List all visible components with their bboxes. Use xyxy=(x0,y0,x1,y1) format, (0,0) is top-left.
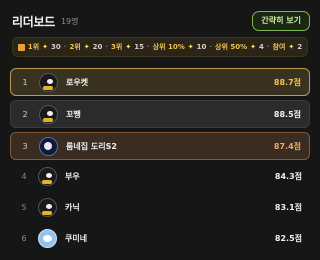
player-name: 로우켓 xyxy=(66,77,89,87)
separator: · xyxy=(209,43,213,51)
separator: · xyxy=(146,43,150,51)
player-name: 룸네집 도리S2 xyxy=(66,141,117,151)
reward-amount: 4 xyxy=(258,43,264,51)
rank-number: 4 xyxy=(21,171,27,181)
rank-number: 3 xyxy=(22,141,28,151)
player-name: 꼬쨍 xyxy=(66,109,81,119)
black-bird-icon xyxy=(39,104,58,124)
leaderboard-row[interactable]: 4 부우 84.3점 xyxy=(10,164,310,188)
sparkle-icon: ✦ xyxy=(125,43,132,51)
reward-place: 상위 50% xyxy=(215,43,248,51)
sparkle-icon: ✦ xyxy=(187,43,194,51)
player-score: 87.4점 xyxy=(273,141,301,151)
player-score: 88.5점 xyxy=(273,109,301,119)
sparkle-icon: ✦ xyxy=(288,43,295,51)
reward-summary-bar: 1위 ✦ 30 · 2위 ✦ 20 · 3위 ✦ 15 · 상위 10% ✦ 1… xyxy=(12,37,308,57)
leaderboard-row[interactable]: 3 룸네집 도리S2 87.4점 xyxy=(10,132,310,160)
reward-place: 2위 xyxy=(69,43,81,51)
participant-count: 19명 xyxy=(60,16,79,26)
reward-amount: 10 xyxy=(196,43,207,51)
page-title: 리더보드 xyxy=(12,14,55,29)
player-name: 카닉 xyxy=(65,202,80,212)
leaderboard-row[interactable]: 5 카닉 83.1점 xyxy=(10,195,310,219)
reward-place: 3위 xyxy=(111,43,123,51)
sparkle-icon: ✦ xyxy=(42,43,49,51)
reward-amount: 30 xyxy=(51,43,61,51)
player-score: 83.1점 xyxy=(274,202,302,212)
reward-place: 참여 xyxy=(272,43,286,51)
rank-number: 6 xyxy=(21,233,27,243)
leaderboard-row[interactable]: 6 쿠미네 82.5점 xyxy=(10,226,310,250)
rank-number: 1 xyxy=(22,77,28,87)
reward-amount: 15 xyxy=(134,43,144,51)
black-bird-icon xyxy=(38,197,57,217)
reward-place: 상위 10% xyxy=(152,43,185,51)
sparkle-icon: ✦ xyxy=(83,43,90,51)
moon-icon xyxy=(39,136,58,156)
player-name: 부우 xyxy=(65,171,80,181)
separator: · xyxy=(63,43,67,51)
leaderboard-panel: 리더보드 19명 간략히 보기 1위 ✦ 30 · 2위 ✦ 20 · 3위 ✦… xyxy=(0,0,320,260)
player-score: 82.5점 xyxy=(274,233,302,243)
separator: · xyxy=(266,43,270,51)
leaderboard-list: 1 로우켓 88.7점 2 꼬쨍 88.5점 3 룸네집 도리S2 87.4점 … xyxy=(10,68,310,257)
compact-view-button[interactable]: 간략히 보기 xyxy=(252,11,310,31)
separator: · xyxy=(105,43,109,51)
leaderboard-row[interactable]: 1 로우켓 88.7점 xyxy=(10,68,310,96)
sparkle-icon: ✦ xyxy=(250,43,256,51)
reward-amount: 20 xyxy=(92,43,103,51)
reward-place: 1위 xyxy=(27,43,40,51)
black-bird-icon xyxy=(39,72,58,92)
cloud-icon xyxy=(38,228,57,248)
leaderboard-row[interactable]: 2 꼬쨍 88.5점 xyxy=(10,100,310,128)
player-score: 84.3점 xyxy=(274,171,302,181)
rank-number: 2 xyxy=(22,109,28,119)
player-score: 88.7점 xyxy=(273,77,301,87)
player-name: 쿠미네 xyxy=(65,233,88,243)
rank-number: 5 xyxy=(21,202,27,212)
black-bird-icon xyxy=(38,166,57,186)
leaderboard-header: 리더보드 19명 간략히 보기 xyxy=(12,8,310,34)
gift-icon xyxy=(17,43,25,51)
reward-amount: 2 xyxy=(297,43,303,51)
